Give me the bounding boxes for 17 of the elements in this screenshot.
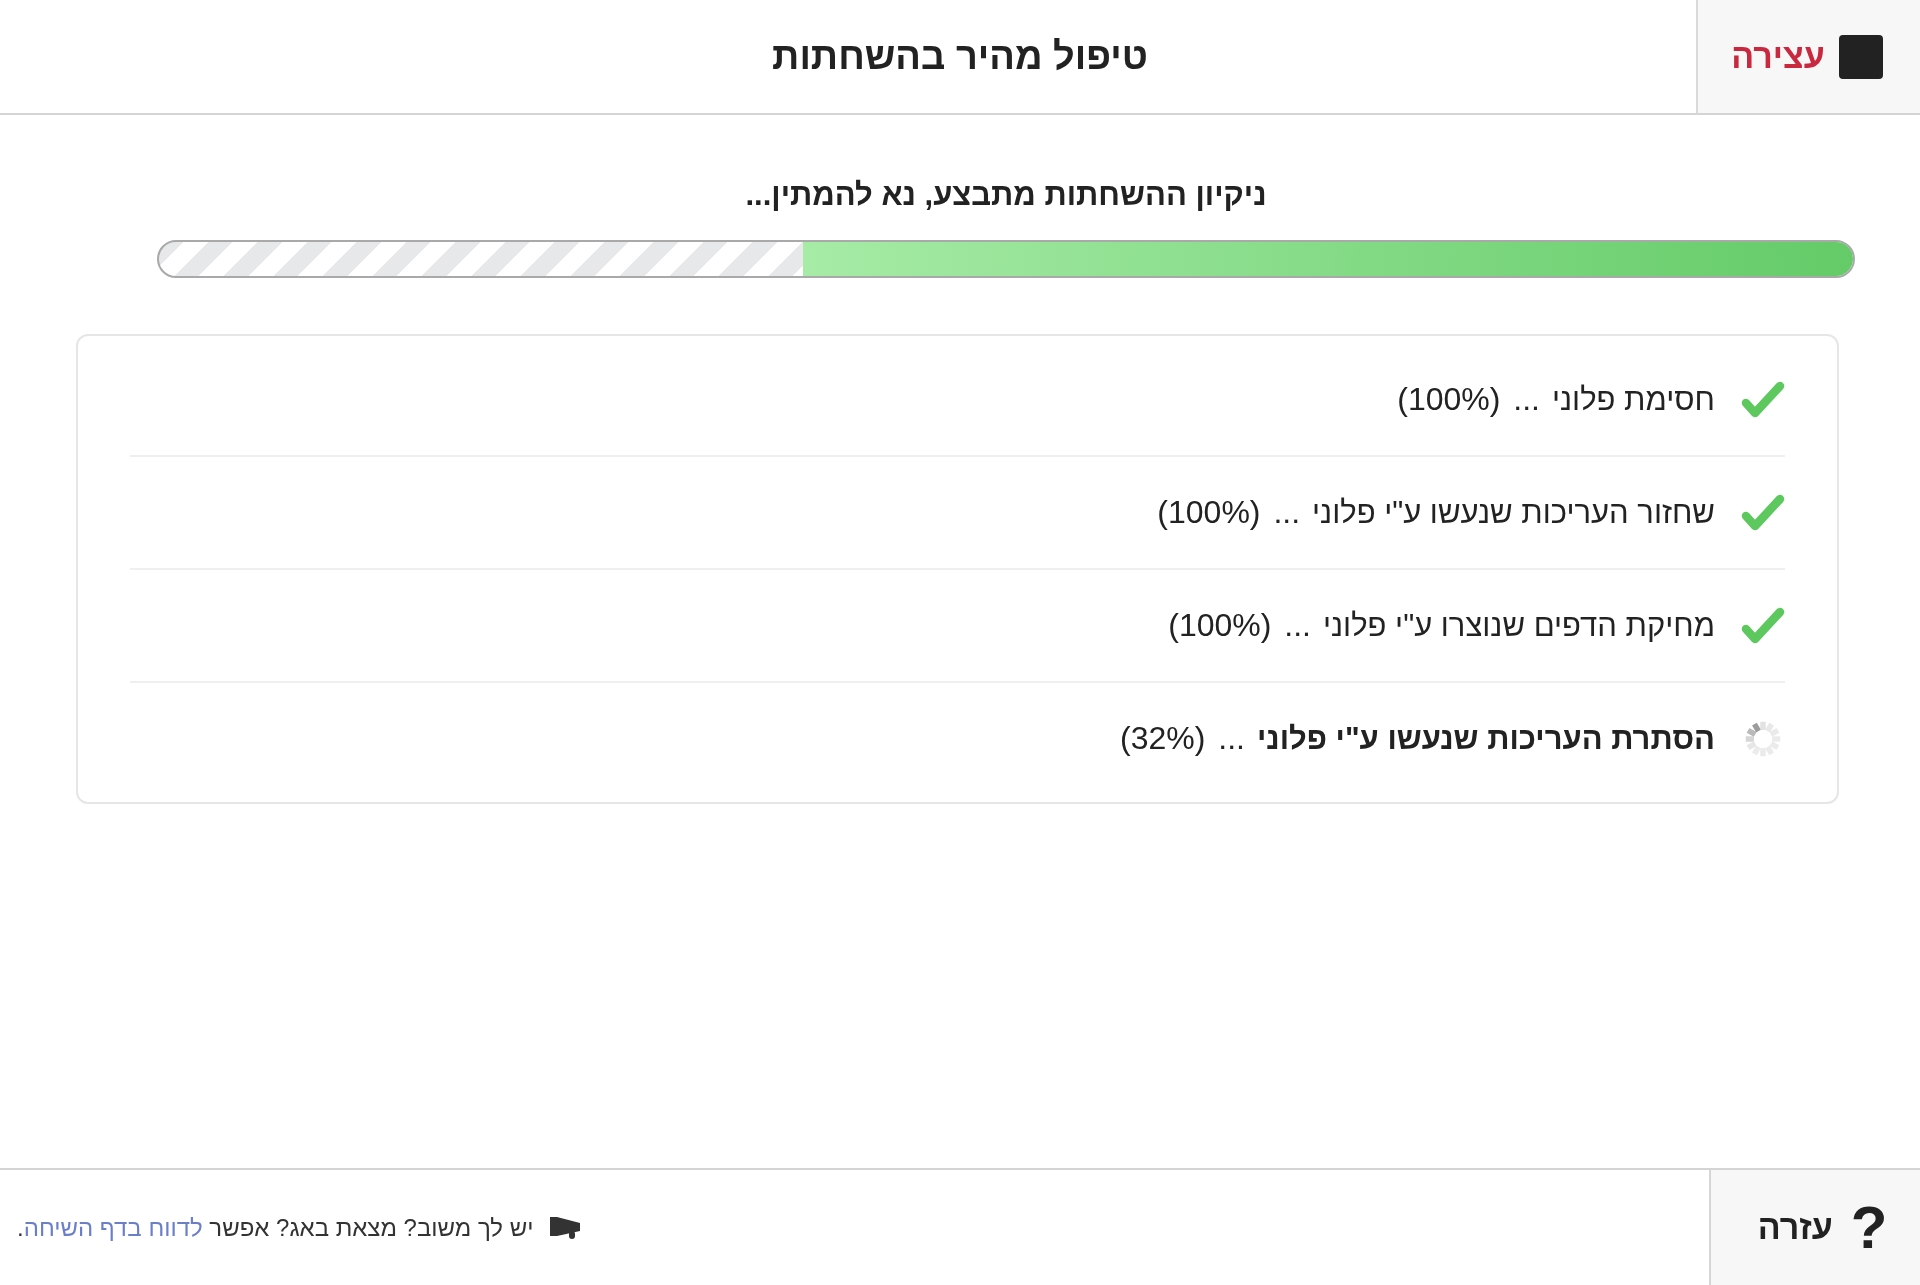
completion-text: ... (100%): [1168, 607, 1311, 644]
status-message: ניקיון ההשחתות מתבצע, נא להמתין...: [744, 177, 1268, 213]
feedback-text: יש לך משוב? מצאת באג? אפשר לדווח בדף השיחה.: [17, 1213, 534, 1242]
step-label: חסימת פלוני: [1552, 382, 1715, 418]
stop-icon: [1838, 34, 1883, 79]
step-label: שחזור העריכות שנעשו ע"י פלוני: [1312, 495, 1715, 531]
help-button[interactable]: ? עזרה: [1709, 1170, 1920, 1285]
step-label: הסתרת העריכות שנעשו ע"י פלוני: [1256, 721, 1715, 757]
talk-page-link[interactable]: לדווח בדף השיחה: [23, 1213, 203, 1241]
completion-text: ... (100%): [1397, 381, 1540, 418]
stop-button[interactable]: עצירה: [1696, 0, 1920, 113]
completion-text: ... (32%): [1120, 720, 1245, 757]
megaphone-icon: [549, 1215, 582, 1240]
completion-text: ... (100%): [1157, 494, 1301, 531]
page-title: טיפול מהיר בהשחתות: [772, 35, 1148, 78]
step-label: מחיקת הדפים שנוצרו ע"י פלוני: [1322, 608, 1715, 644]
question-mark-icon: ?: [1850, 1197, 1888, 1258]
